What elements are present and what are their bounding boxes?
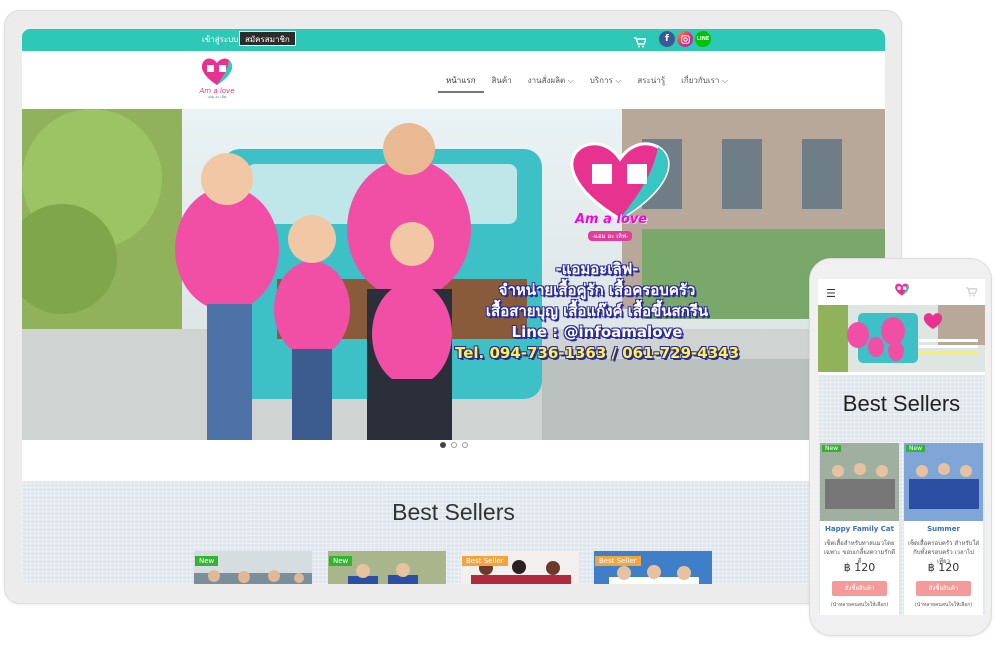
product-badge: New [329,556,353,566]
product-card[interactable]: Best Seller [461,551,579,584]
hero-logo-subtext: -แอม อะ เลิฟ- [588,231,633,241]
product-badge: Best Seller [595,556,641,566]
nav-home[interactable]: หน้าแรก [438,70,484,93]
hero-line-phone: Tel. 094-736-1363 / 061-729-4343 [454,344,740,362]
carousel-indicators [22,442,885,456]
best-sellers-title: Best Sellers [392,499,515,525]
instagram-icon[interactable] [677,31,693,47]
hero-text-block: -แอมอะเลิฟ- จำหน่ายเสื้อคู่รัก เสื้อครอบ… [447,259,747,364]
product-card[interactable]: New [194,551,312,584]
mobile-hero-banner[interactable] [818,305,985,372]
mobile-product-name[interactable]: Happy Family Cat [820,525,899,533]
mobile-hero-photo [818,305,985,372]
nav-services[interactable]: บริการ ⌵ [582,70,630,93]
mobile-frame: ☰ Best Sellers New Happy Family Cat เซ็ต… [809,258,992,636]
register-button[interactable]: สมัครสมาชิก [239,31,296,46]
mobile-product-image [820,443,899,521]
hero-line-2: เสื้อสายบุญ เสื้อแก๊งค์ เสื้อขึ้นสกรีน [485,302,709,320]
mobile-product-card[interactable]: New Happy Family Cat เซ็ตเสื้อสำหรับทาสแ… [820,443,899,615]
nav-products[interactable]: สินค้า [484,70,520,93]
logo-subtext: แอม อะ เลิฟ [208,95,227,99]
carousel-dot-1[interactable] [439,442,446,448]
order-button[interactable]: สั่งซื้อสินค้า [832,581,887,596]
hero-line-1: จำหน่ายเสื้อคู่รัก เสื้อครอบครัว [498,281,696,299]
order-button[interactable]: สั่งซื้อสินค้า [916,581,971,596]
hero-line-line-id: Line : @infoamalove [511,323,683,341]
mobile-product-badge: New [906,445,926,452]
mobile-product-note: (นำหลายคนสนใจให้เลือก) [830,602,889,608]
cart-icon[interactable] [634,33,648,52]
top-bar: เข้าสู่ระบบ สมัครสมาชิก f LINE [22,29,885,51]
mobile-product-card[interactable]: New Summer เซ็ตเสื้อครอบครัว สำหรับใส่กั… [904,443,983,615]
site-logo[interactable]: Am a love แอม อะ เลิฟ [197,55,237,99]
carousel-dot-2[interactable] [450,442,457,448]
hero-logo-text: Am a love [575,212,648,227]
hamburger-menu-icon[interactable]: ☰ [826,287,836,300]
mobile-product-badge: New [822,445,842,452]
line-icon[interactable]: LINE [695,31,711,47]
mobile-product-image [904,443,983,521]
nav-menu: หน้าแรก สินค้า งานสั่งผลิต ⌵ บริการ ⌵ สร… [438,70,736,93]
facebook-icon[interactable]: f [659,31,675,47]
mobile-logo[interactable] [892,282,912,302]
mobile-product-price: ฿ 120 [843,561,876,574]
mobile-best-sellers-title: Best Sellers [842,391,961,416]
carousel-dot-3[interactable] [461,442,468,448]
login-link[interactable]: เข้าสู่ระบบ [202,33,238,46]
product-card[interactable]: New [328,551,446,584]
mobile-screen: ☰ Best Sellers New Happy Family Cat เซ็ต… [818,279,985,615]
product-card[interactable]: Best Seller [594,551,712,584]
nav-about[interactable]: เกี่ยวกับเรา ⌵ [673,70,736,93]
mobile-product-note: (นำหลายคนสนใจให้เลือก) [914,602,973,608]
mobile-cart-icon[interactable] [966,287,978,300]
best-sellers-section: Best Sellers New New Best Seller Best Se… [22,481,885,584]
main-navbar: Am a love แอม อะ เลิฟ หน้าแรก สินค้า งาน… [22,51,885,107]
nav-custom-orders[interactable]: งานสั่งผลิต ⌵ [520,70,582,93]
logo-text: Am a love [198,87,234,95]
nav-knowledge[interactable]: สระน่ารู้ [629,70,673,93]
desktop-frame: เข้าสู่ระบบ สมัครสมาชิก f LINE Am a love… [4,10,902,604]
mobile-product-price: ฿ 120 [927,561,960,574]
hero-banner[interactable]: Am a love -แอม อะ เลิฟ- -แอมอะเลิฟ- จำหน… [22,109,885,440]
hero-line-brand: -แอมอะเลิฟ- [555,260,639,278]
mobile-header: ☰ [818,279,985,305]
desktop-screen: เข้าสู่ระบบ สมัครสมาชิก f LINE Am a love… [22,29,885,584]
product-badge: New [195,556,219,566]
mobile-best-sellers-section: Best Sellers New Happy Family Cat เซ็ตเส… [818,375,985,615]
product-badge: Best Seller [462,556,508,566]
mobile-product-name[interactable]: Summer [904,525,983,533]
